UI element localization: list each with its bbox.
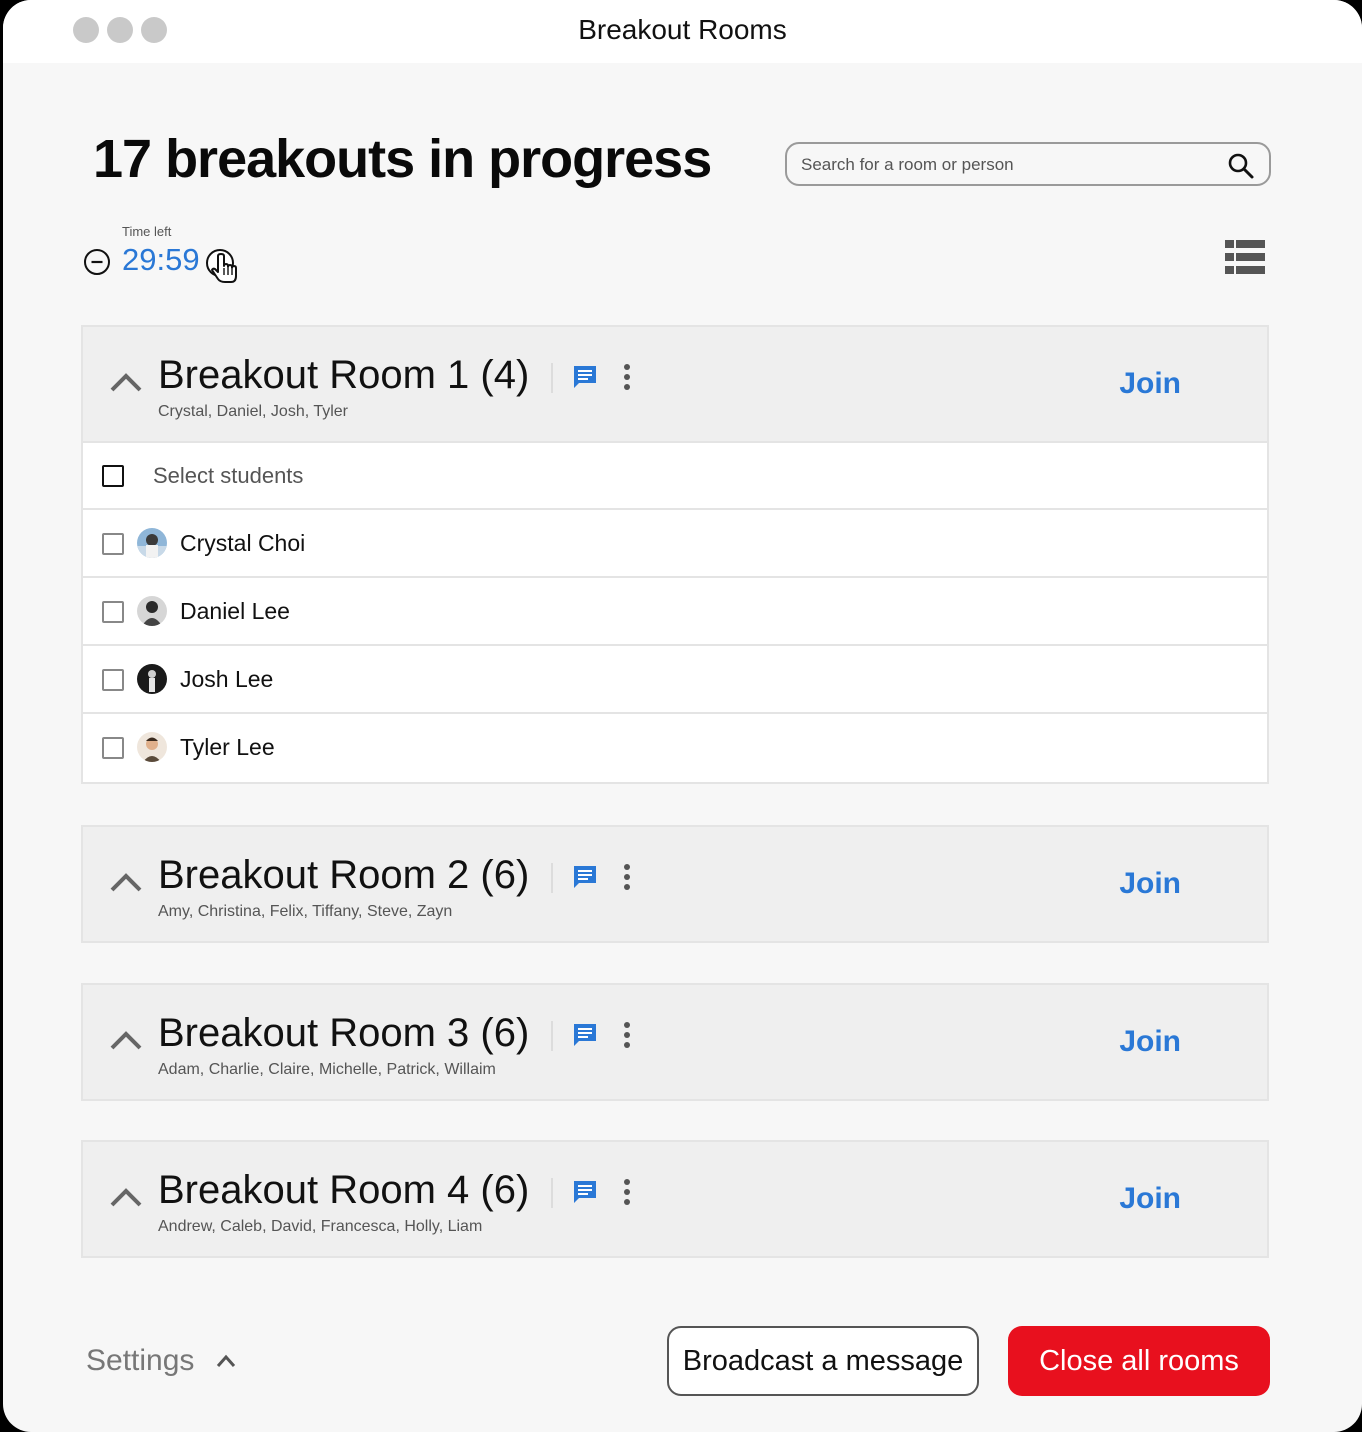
search-icon[interactable]	[1227, 152, 1255, 180]
room-members: Andrew, Caleb, David, Francesca, Holly, …	[158, 1218, 483, 1235]
student-row[interactable]: Crystal Choi	[83, 510, 1267, 578]
student-name: Tyler Lee	[180, 734, 275, 760]
collapse-chevron-icon[interactable]	[109, 871, 143, 893]
room-header[interactable]: Breakout Room 3 (6) Adam, Charlie, Clair…	[83, 985, 1267, 1099]
student-checkbox[interactable]	[102, 737, 124, 759]
student-checkbox[interactable]	[102, 533, 124, 555]
room-header[interactable]: Breakout Room 4 (6) Andrew, Caleb, David…	[83, 1142, 1267, 1256]
breakout-room-card: Breakout Room 4 (6) Andrew, Caleb, David…	[81, 1140, 1269, 1258]
avatar	[137, 732, 167, 762]
pointer-cursor-icon	[206, 249, 237, 283]
breakout-room-card: Breakout Room 2 (6) Amy, Christina, Feli…	[81, 825, 1269, 943]
chat-icon[interactable]	[572, 364, 598, 390]
room-header[interactable]: Breakout Room 1 (4) Crystal, Daniel, Jos…	[83, 327, 1267, 441]
close-all-rooms-button[interactable]: Close all rooms	[1008, 1326, 1270, 1396]
breakout-room-card: Breakout Room 3 (6) Adam, Charlie, Clair…	[81, 983, 1269, 1101]
collapse-chevron-icon[interactable]	[109, 1029, 143, 1051]
chevron-up-icon[interactable]	[215, 1353, 237, 1369]
collapse-chevron-icon[interactable]	[109, 371, 143, 393]
room-header[interactable]: Breakout Room 2 (6) Amy, Christina, Feli…	[83, 827, 1267, 941]
broadcast-message-button[interactable]: Broadcast a message	[667, 1326, 979, 1396]
list-view-icon[interactable]	[1225, 240, 1265, 274]
avatar	[137, 664, 167, 694]
decrease-time-icon[interactable]	[83, 248, 111, 276]
collapse-chevron-icon[interactable]	[109, 1186, 143, 1208]
settings-toggle[interactable]: Settings	[86, 1344, 194, 1378]
student-row[interactable]: Tyler Lee	[83, 714, 1267, 782]
time-left-value[interactable]: 29:59	[122, 242, 200, 278]
more-options-icon[interactable]	[617, 1020, 637, 1050]
window-title: Breakout Rooms	[578, 14, 787, 45]
student-list: Select students Crystal Choi Daniel Lee …	[83, 441, 1267, 782]
chat-icon[interactable]	[572, 864, 598, 890]
select-all-checkbox[interactable]	[102, 465, 124, 487]
join-room-button[interactable]: Join	[1119, 367, 1181, 401]
join-room-button[interactable]: Join	[1119, 1182, 1181, 1216]
divider	[551, 1178, 553, 1208]
room-name: Breakout Room 4 (6)	[158, 1168, 530, 1212]
page-title: 17 breakouts in progress	[93, 129, 712, 189]
student-row[interactable]: Josh Lee	[83, 646, 1267, 714]
student-name: Crystal Choi	[180, 530, 306, 556]
room-members: Adam, Charlie, Claire, Michelle, Patrick…	[158, 1061, 496, 1078]
chat-icon[interactable]	[572, 1022, 598, 1048]
more-options-icon[interactable]	[617, 862, 637, 892]
join-room-button[interactable]: Join	[1119, 1025, 1181, 1059]
search-input[interactable]	[801, 151, 1201, 179]
divider	[551, 363, 553, 393]
divider	[551, 1021, 553, 1051]
student-name: Josh Lee	[180, 666, 274, 692]
student-row[interactable]: Daniel Lee	[83, 578, 1267, 646]
chat-icon[interactable]	[572, 1179, 598, 1205]
more-options-icon[interactable]	[617, 362, 637, 392]
select-students-label: Select students	[153, 463, 304, 488]
app-window: Breakout Rooms 17 breakouts in progress …	[3, 0, 1362, 1432]
room-name: Breakout Room 2 (6)	[158, 853, 530, 897]
join-room-button[interactable]: Join	[1119, 867, 1181, 901]
select-all-row[interactable]: Select students	[83, 443, 1267, 510]
room-name: Breakout Room 3 (6)	[158, 1011, 530, 1055]
avatar	[137, 596, 167, 626]
room-members: Amy, Christina, Felix, Tiffany, Steve, Z…	[158, 903, 453, 920]
student-checkbox[interactable]	[102, 601, 124, 623]
room-name: Breakout Room 1 (4)	[158, 353, 530, 397]
search-box[interactable]	[785, 142, 1271, 186]
avatar	[137, 528, 167, 558]
student-checkbox[interactable]	[102, 669, 124, 691]
title-bar: Breakout Rooms	[3, 0, 1362, 63]
student-name: Daniel Lee	[180, 598, 290, 624]
time-left-label: Time left	[122, 224, 172, 239]
divider	[551, 863, 553, 893]
breakout-room-card: Breakout Room 1 (4) Crystal, Daniel, Jos…	[81, 325, 1269, 784]
room-members: Crystal, Daniel, Josh, Tyler	[158, 403, 348, 420]
more-options-icon[interactable]	[617, 1177, 637, 1207]
